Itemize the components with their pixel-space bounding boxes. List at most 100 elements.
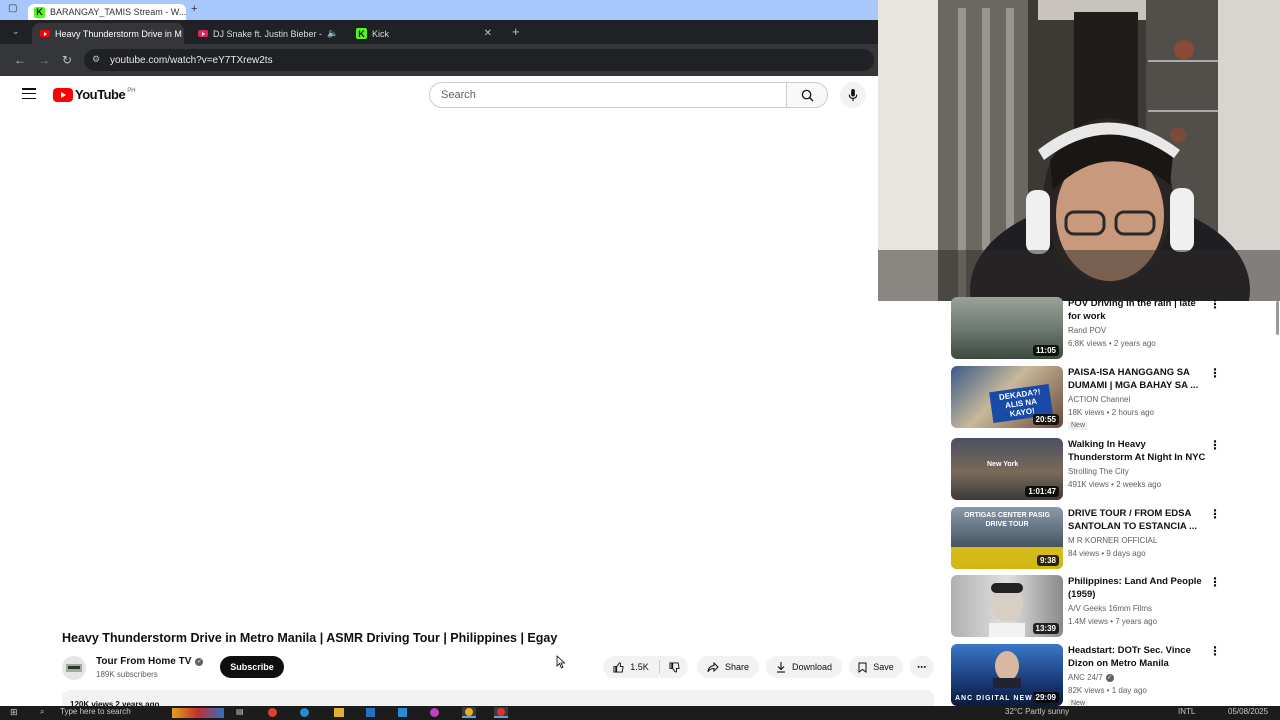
store-icon[interactable] [366, 708, 375, 717]
new-badge: New [1068, 421, 1089, 430]
more-vertical-icon[interactable]: ⋮ [1209, 644, 1221, 658]
subscribe-button[interactable]: Subscribe [220, 656, 284, 678]
hamburger-menu-icon[interactable] [22, 88, 36, 99]
video-thumbnail[interactable]: 11:05 [951, 297, 1063, 359]
input-language[interactable]: INTL [1178, 707, 1195, 716]
search-icon[interactable]: ⌕ [40, 707, 44, 717]
taskbar-widget-icon[interactable] [172, 708, 224, 718]
video-thumbnail[interactable]: ANC DIGITAL NEWS 29:09 [951, 644, 1063, 706]
more-vertical-icon[interactable]: ⋮ [1209, 507, 1221, 521]
outer-tab-label: BARANGAY_TAMIS Stream - W... [50, 7, 186, 17]
browser-tab-kick[interactable]: K Kick ✕ [348, 23, 500, 44]
kick-favicon-icon: K [34, 6, 45, 18]
tab-label: DJ Snake ft. Justin Bieber - [213, 28, 323, 39]
windows-start-icon[interactable]: ⊞ [10, 707, 18, 718]
video-player[interactable] [5, 118, 930, 623]
recommendation-channel[interactable]: ACTION Channel [1068, 395, 1130, 404]
recommendation-channel[interactable]: ANC 24/7 ✓ [1068, 673, 1114, 682]
recommendation-meta: 1.4M views • 7 years ago [1068, 617, 1158, 626]
video-thumbnail[interactable]: DEKADA?! ALIS NA KAYO! 20:55 [951, 366, 1063, 428]
app-icon-3[interactable] [430, 708, 439, 717]
recommendation-item[interactable]: New York 1:01:47 Walking In Heavy Thunde… [951, 438, 1241, 502]
voice-search-button[interactable] [840, 82, 866, 108]
obs-taskbar-icon[interactable] [494, 707, 508, 718]
new-tab-icon[interactable]: + [512, 24, 520, 39]
speaker-icon[interactable]: 🔈 [327, 28, 338, 39]
like-button[interactable]: 1.5K [603, 656, 659, 678]
more-vertical-icon[interactable]: ⋮ [1209, 575, 1221, 589]
close-icon[interactable]: ✕ [484, 28, 492, 39]
share-button[interactable]: Share [697, 656, 759, 678]
recommendation-channel[interactable]: Strolling The City [1068, 467, 1129, 476]
recommendation-meta: 6.8K views • 2 years ago [1068, 339, 1156, 348]
video-thumbnail[interactable]: ORTIGAS CENTER PASIG DRIVE TOUR 9:38 [951, 507, 1063, 569]
outer-tab-stream[interactable]: K BARANGAY_TAMIS Stream - W... ✕ [28, 4, 186, 20]
recommendation-meta: 82K views • 1 day ago [1068, 686, 1147, 695]
microphone-icon [848, 88, 858, 101]
new-tab-icon[interactable]: + [191, 3, 197, 15]
thumbnail-caption: ANC DIGITAL NEWS [955, 695, 1039, 702]
recommendation-channel[interactable]: A/V Geeks 16mm Films [1068, 604, 1152, 613]
edge-icon[interactable] [300, 708, 309, 717]
weather-text[interactable]: 32°C Partly sunny [1005, 707, 1069, 716]
app-icon-1[interactable] [268, 708, 277, 717]
video-thumbnail[interactable]: 13:39 [951, 575, 1063, 637]
share-arrow-icon [707, 661, 719, 672]
thumbnail-caption: New York [987, 461, 1019, 468]
recommendation-item[interactable]: ORTIGAS CENTER PASIG DRIVE TOUR 9:38 DRI… [951, 507, 1241, 571]
forward-arrow-icon[interactable]: → [38, 53, 50, 67]
tab-search-chevron-icon[interactable]: ⌄ [12, 26, 20, 37]
file-explorer-icon[interactable] [334, 708, 344, 717]
search-input[interactable]: Search [429, 82, 787, 108]
page-scrollbar[interactable] [1276, 301, 1279, 335]
channel-avatar[interactable] [62, 656, 86, 680]
more-vertical-icon[interactable]: ⋮ [1209, 366, 1221, 380]
youtube-play-icon [53, 87, 73, 102]
video-thumbnail[interactable]: New York 1:01:47 [951, 438, 1063, 500]
browser-tab-dj-snake[interactable]: DJ Snake ft. Justin Bieber - 🔈 ✕ [190, 23, 342, 44]
recommendation-channel[interactable]: Rand POV [1068, 326, 1106, 335]
save-button[interactable]: Save [849, 656, 903, 678]
tab-label: Kick [372, 28, 390, 39]
task-view-icon[interactable]: ▤ [236, 707, 244, 716]
site-info-icon[interactable]: ⚙ [92, 54, 100, 65]
browser-tab-strip: ⌄ Heavy Thunderstorm Drive in M ✕ DJ Sna… [0, 20, 878, 44]
video-duration: 13:39 [1032, 623, 1059, 634]
download-button[interactable]: Download [766, 656, 842, 678]
recommendation-title[interactable]: POV Driving in the rain | late for work [1068, 297, 1208, 323]
recommendation-item[interactable]: DEKADA?! ALIS NA KAYO! 20:55 PAISA-ISA H… [951, 366, 1241, 430]
reload-icon[interactable]: ↻ [62, 53, 72, 67]
taskbar-date[interactable]: 05/08/2025 [1228, 707, 1268, 716]
recommendation-title[interactable]: PAISA-ISA HANGGANG SA DUMAMI | MGA BAHAY… [1068, 366, 1208, 392]
recommendation-item[interactable]: 11:05 POV Driving in the rain | late for… [951, 297, 1241, 361]
app-icon-2[interactable] [398, 708, 407, 717]
search-icon [801, 89, 814, 102]
dislike-button[interactable] [660, 656, 688, 678]
address-bar[interactable]: ⚙ youtube.com/watch?v=eY7TXrew2ts [84, 49, 874, 71]
recommendation-item[interactable]: ANC DIGITAL NEWS 29:09 Headstart: DOTr S… [951, 644, 1241, 708]
taskbar-search-box[interactable]: Type here to search [60, 707, 131, 716]
recommendation-item[interactable]: 13:39 Philippines: Land And People (1959… [951, 575, 1241, 639]
youtube-favicon-icon [40, 30, 50, 37]
channel-text: Strolling The City [1068, 467, 1129, 476]
recommendation-title[interactable]: DRIVE TOUR / FROM EDSA SANTOLAN TO ESTAN… [1068, 507, 1208, 533]
recommendation-title[interactable]: Headstart: DOTr Sec. Vince Dizon on Metr… [1068, 644, 1208, 670]
recommendation-title[interactable]: Walking In Heavy Thunderstorm At Night I… [1068, 438, 1208, 464]
address-toolbar: ← → ↻ ⚙ youtube.com/watch?v=eY7TXrew2ts [0, 44, 878, 76]
recommendation-title[interactable]: Philippines: Land And People (1959) [1068, 575, 1208, 601]
recommendation-meta: 18K views • 2 hours ago [1068, 408, 1154, 417]
more-vertical-icon[interactable]: ⋮ [1209, 297, 1221, 311]
browser-tab-youtube-active[interactable]: Heavy Thunderstorm Drive in M ✕ [32, 23, 184, 44]
recommendation-channel[interactable]: M R KORNER OFFICIAL [1068, 536, 1157, 545]
channel-name[interactable]: Tour From Home TV ✓ [96, 656, 204, 667]
thumbnail-face-image [993, 651, 1021, 688]
video-duration: 9:38 [1036, 555, 1059, 566]
share-label: Share [724, 662, 750, 672]
more-actions-button[interactable]: ⋯ [910, 656, 934, 678]
like-count: 1.5K [630, 662, 649, 672]
back-arrow-icon[interactable]: ← [14, 53, 26, 67]
more-vertical-icon[interactable]: ⋮ [1209, 438, 1221, 452]
search-button[interactable] [786, 82, 828, 108]
chrome-taskbar-icon[interactable] [462, 707, 476, 718]
youtube-logo[interactable]: YouTube PH [53, 87, 136, 102]
